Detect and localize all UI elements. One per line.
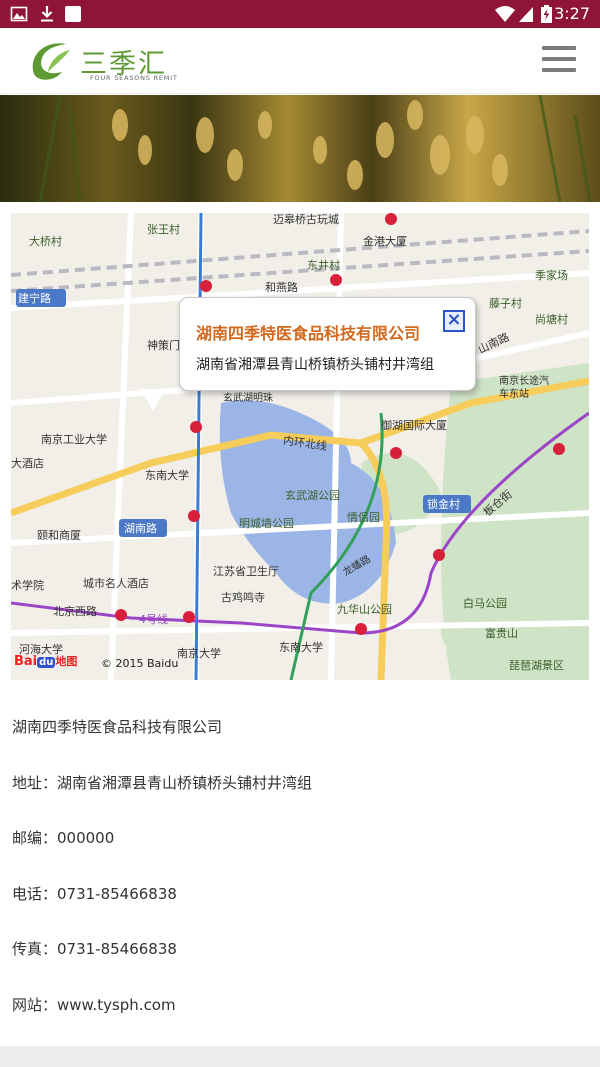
footer-strip <box>0 1046 600 1067</box>
hamburger-menu-icon[interactable] <box>542 46 576 74</box>
website-link[interactable]: 网站：www.tysph.com <box>12 983 588 1039</box>
image-icon <box>10 6 28 22</box>
baidu-logo-text: Bai <box>14 654 38 669</box>
map-label: 张王村 <box>147 223 180 236</box>
map-label: 南京工业大学 <box>41 433 107 446</box>
rice-grains-image <box>38 95 592 202</box>
site-logo[interactable]: 三季汇 FOUR SEASONS REMIT <box>26 36 178 86</box>
map-label: 南京大学 <box>177 647 221 660</box>
map-label: 江苏省卫生厅 <box>213 565 279 578</box>
info-window-title: 湖南四季特医食品科技有限公司 <box>196 324 421 343</box>
map-label: 东南大学 <box>279 641 323 654</box>
map-label: 建宁路 <box>18 292 51 305</box>
map-info-window: 湖南四季特医食品科技有限公司 × 湖南省湘潭县青山桥镇桥头铺村井湾组 <box>179 297 476 391</box>
signal-icon <box>519 7 533 22</box>
rice-banner-image <box>0 95 600 202</box>
info-window-pointer <box>141 389 165 411</box>
map-label: 白马公园 <box>463 597 507 610</box>
map-label: 东南大学 <box>145 469 189 482</box>
map-label: 藤子村 <box>489 297 522 310</box>
leaf-logo-icon <box>32 43 70 80</box>
map-label: 尚塘村 <box>535 313 568 326</box>
wifi-icon <box>495 6 515 22</box>
map-label: 4号线 <box>139 613 168 626</box>
map-label: 九华山公园 <box>337 603 392 616</box>
map-label: 和燕路 <box>265 281 298 294</box>
map-label: 琵琶湖景区 <box>509 659 564 672</box>
map-label: 季家场 <box>535 269 568 282</box>
map-label: 玄武湖公园 <box>285 489 340 502</box>
info-window-address: 湖南省湘潭县青山桥镇桥头铺村井湾组 <box>196 357 434 373</box>
square-icon <box>65 6 81 22</box>
map-label: 古鸡鸣寺 <box>221 591 265 604</box>
baidu-logo: Bai du 地图 <box>14 653 77 669</box>
contact-info: 湖南四季特医食品科技有限公司 地址：湖南省湘潭县青山桥镇桥头铺村井湾组 邮编：0… <box>12 705 588 1038</box>
map-label: 颐和商厦 <box>37 529 81 542</box>
baidu-logo-suffix: 地图 <box>55 655 78 668</box>
map-label: 南京长途汽车东站 <box>499 376 549 400</box>
map-label: 城市名人酒店 <box>83 577 149 590</box>
map-label: 东井村 <box>307 259 340 272</box>
map-label: 术学院 <box>11 579 44 592</box>
logo-subtitle: FOUR SEASONS REMIT <box>90 74 178 82</box>
map-label: 神策门 <box>147 339 180 352</box>
map-label: 金港大厦 <box>363 235 407 248</box>
map-label: 明城墙公园 <box>239 517 294 530</box>
map-label: 玄武湖明珠 <box>223 393 273 404</box>
map-label: 富贵山 <box>485 627 518 640</box>
status-bar: 3:27 <box>0 0 600 28</box>
map-label: 北京西路 <box>53 605 97 618</box>
close-icon[interactable]: × <box>443 310 465 332</box>
map-label: 湖南路 <box>124 522 157 535</box>
map-label: 御湖国际大厦 <box>381 419 447 432</box>
company-name: 湖南四季特医食品科技有限公司 <box>12 718 223 736</box>
postcode-line: 邮编：000000 <box>12 829 115 847</box>
fax-line: 传真：0731-85466838 <box>12 940 177 958</box>
baidu-map[interactable]: 大桥村 张王村 迈皋桥古玩城 金港大厦 东井村 和燕路 季家场 藤子村 建宁路 … <box>11 213 589 680</box>
address-line: 地址：湖南省湘潭县青山桥镇桥头铺村井湾组 <box>12 773 313 792</box>
map-label: 锁金村 <box>427 498 460 511</box>
status-time: 3:27 <box>554 4 590 23</box>
battery-icon <box>541 5 552 23</box>
download-icon <box>41 6 53 22</box>
map-copyright: © 2015 Baidu <box>101 657 179 670</box>
site-header: 三季汇 FOUR SEASONS REMIT <box>0 28 600 94</box>
baidu-paw-icon: du <box>37 657 56 668</box>
map-label: 大酒店 <box>11 457 44 470</box>
map-label: 迈皋桥古玩城 <box>273 213 339 226</box>
map-label: 情侣园 <box>347 511 380 524</box>
map-label: 大桥村 <box>29 235 62 248</box>
phone-line[interactable]: 电话：0731-85466838 <box>12 872 588 928</box>
